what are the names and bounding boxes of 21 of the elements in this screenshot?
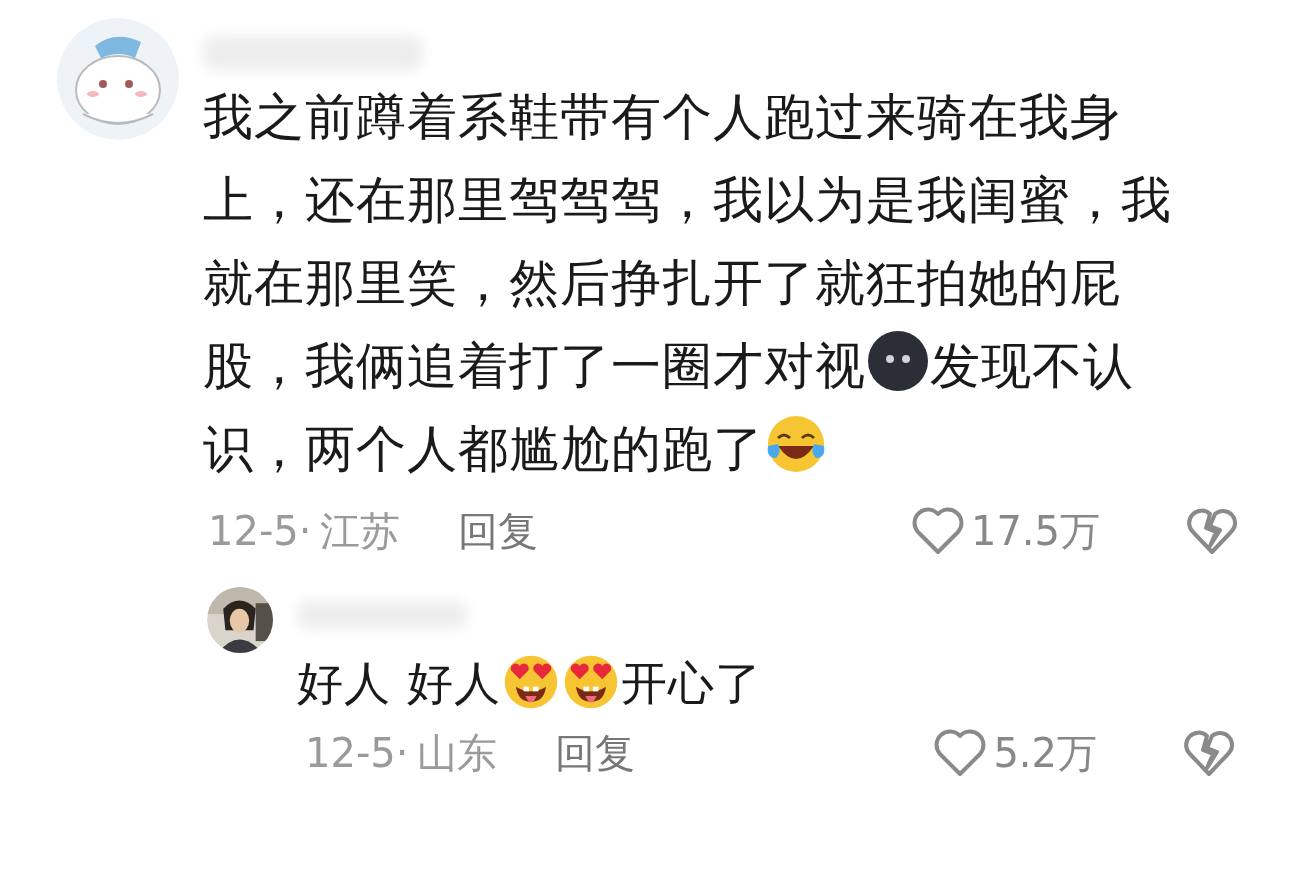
reply-link[interactable]: 回复: [554, 723, 635, 783]
comment-text: 发现不认: [930, 337, 1134, 395]
comment-date: 12-5·: [305, 729, 409, 778]
dark-face-emoji-icon: [866, 329, 930, 393]
broken-heart-icon[interactable]: [1186, 506, 1238, 556]
comment-text: 开心了: [620, 656, 762, 710]
comment-text: 就在那里笑，然后挣扎开了就狂拍她的屁: [203, 254, 1121, 312]
comment-text: 好人 好人: [297, 656, 501, 710]
comment-location: 山东: [416, 729, 497, 778]
comment-text: 我之前蹲着系鞋带有个人跑过来骑在我身: [203, 88, 1121, 146]
comment-text: 股，我俩追着打了一圈才对视: [203, 337, 866, 395]
heart-icon[interactable]: [933, 728, 988, 778]
like-count: 17.5万: [970, 507, 1100, 556]
heart-icon[interactable]: [910, 506, 965, 556]
comment-text: 识，两个人都尴尬的跑了: [203, 420, 764, 478]
comment-location: 江苏: [319, 507, 400, 556]
like-count: 5.2万: [993, 729, 1097, 778]
comment-text: 上，还在那里驾驾驾，我以为是我闺蜜，我: [203, 171, 1172, 229]
comment-date: 12-5·: [208, 507, 312, 556]
broken-heart-icon[interactable]: [1183, 728, 1235, 778]
reply-link[interactable]: 回复: [457, 501, 538, 561]
